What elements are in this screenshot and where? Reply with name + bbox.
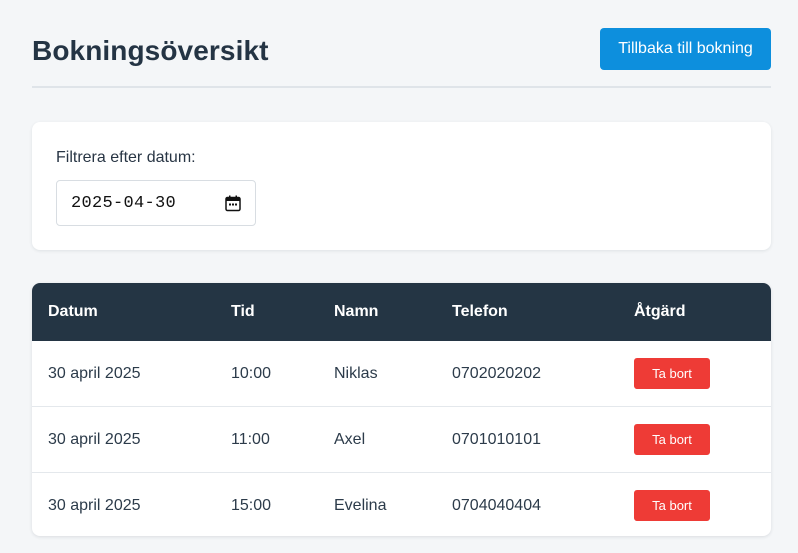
column-header-name: Namn xyxy=(318,283,436,341)
bookings-table-header: Datum Tid Namn Telefon Åtgärd xyxy=(32,283,771,341)
booking-name-cell: Evelina xyxy=(318,472,436,536)
column-header-date: Datum xyxy=(32,283,215,341)
table-row: 30 april 2025 11:00 Axel 0701010101 Ta b… xyxy=(32,406,771,473)
booking-action-cell: Ta bort xyxy=(618,406,771,473)
bookings-table-card: Datum Tid Namn Telefon Åtgärd 30 april 2… xyxy=(32,283,771,536)
header-row: Datum Tid Namn Telefon Åtgärd xyxy=(32,283,771,341)
back-to-booking-button[interactable]: Tillbaka till bokning xyxy=(600,28,771,70)
bookings-table-body: 30 april 2025 10:00 Niklas 0702020202 Ta… xyxy=(32,341,771,536)
booking-action-cell: Ta bort xyxy=(618,472,771,536)
booking-time-cell: 11:00 xyxy=(215,406,318,473)
bookings-table: Datum Tid Namn Telefon Åtgärd 30 april 2… xyxy=(32,283,771,536)
booking-time-cell: 15:00 xyxy=(215,472,318,536)
booking-phone-cell: 0702020202 xyxy=(452,364,541,382)
table-row: 30 april 2025 15:00 Evelina 0704040404 T… xyxy=(32,472,771,536)
booking-phone-cell: 0704040404 xyxy=(436,472,618,536)
booking-overview-page: Bokningsöversikt Tillbaka till bokning F… xyxy=(0,0,798,553)
booking-date-cell: 30 april 2025 xyxy=(32,472,215,536)
page-title: Bokningsöversikt xyxy=(32,35,269,66)
booking-action-cell: Ta bort xyxy=(618,341,771,407)
table-row: 30 april 2025 10:00 Niklas 0702020202 Ta… xyxy=(32,341,771,407)
date-filter-card: Filtrera efter datum: 2025-04-30 xyxy=(32,122,771,250)
column-header-time: Tid xyxy=(215,283,318,341)
booking-date-cell: 30 april 2025 xyxy=(48,364,141,382)
calendar-icon[interactable] xyxy=(225,195,241,212)
delete-booking-button[interactable]: Ta bort xyxy=(634,358,710,389)
page-header: Bokningsöversikt Tillbaka till bokning xyxy=(32,28,771,88)
column-header-action: Åtgärd xyxy=(618,283,771,341)
date-filter-label: Filtrera efter datum: xyxy=(56,149,196,166)
booking-date-cell: 30 april 2025 xyxy=(32,406,215,473)
delete-booking-button[interactable]: Ta bort xyxy=(634,490,710,521)
booking-time-cell: 10:00 xyxy=(231,364,272,382)
booking-name-cell: Axel xyxy=(318,406,436,473)
booking-phone-cell: 0701010101 xyxy=(436,406,618,473)
date-filter-value[interactable]: 2025-04-30 xyxy=(71,194,176,213)
date-filter-input[interactable]: 2025-04-30 xyxy=(56,180,256,226)
delete-booking-button[interactable]: Ta bort xyxy=(634,424,710,455)
column-header-phone: Telefon xyxy=(436,283,618,341)
booking-name-cell: Niklas xyxy=(334,364,378,382)
